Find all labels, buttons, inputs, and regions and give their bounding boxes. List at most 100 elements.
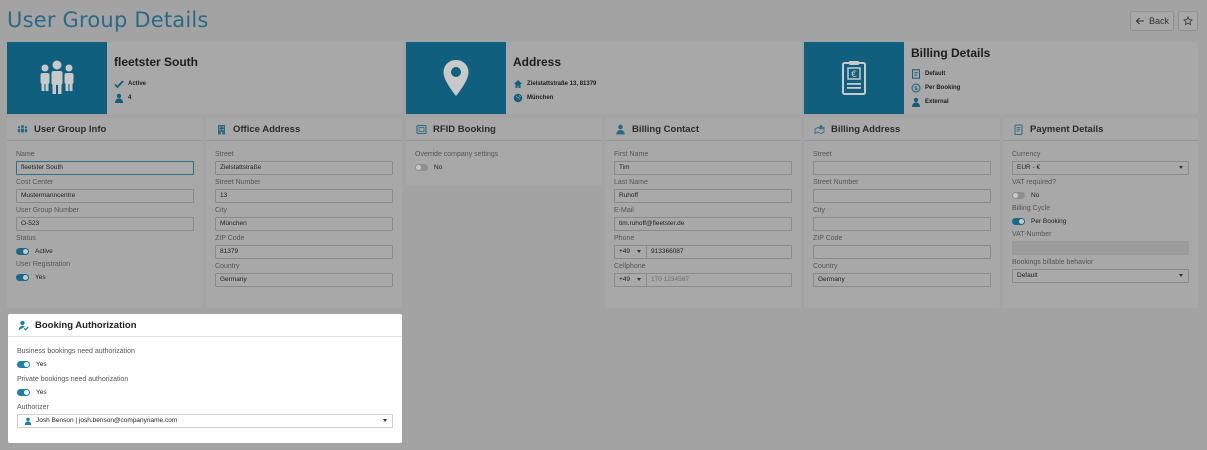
street-number-label: Street Number [813, 179, 859, 186]
business-auth-toggle-row: Yes [17, 358, 393, 370]
billing-title: Billing Details [911, 46, 991, 60]
country-input[interactable]: Germany [813, 273, 991, 287]
cost-center-input[interactable]: Mustermanncentre [16, 189, 194, 203]
user-registration-toggle[interactable] [16, 273, 29, 281]
chevron-down-icon [383, 419, 387, 422]
billing-cycle-value: Per Booking [1031, 217, 1067, 225]
vat-toggle[interactable] [1012, 191, 1025, 199]
city-label: City [813, 207, 826, 214]
street-input[interactable] [813, 161, 991, 175]
status-toggle[interactable] [16, 247, 29, 255]
map-pin-icon [443, 60, 469, 96]
invoice-euro-icon: € [842, 61, 866, 95]
business-auth-toggle[interactable] [17, 360, 30, 368]
vat-number-input[interactable] [1012, 241, 1189, 255]
phone-field: +49 913366087 [614, 245, 792, 259]
billing-contact-card: Billing Contact First Name Tim Last Name… [605, 118, 801, 308]
chevron-down-icon [637, 250, 641, 253]
card-header: Billing Contact [605, 118, 801, 141]
user-icon [616, 124, 625, 134]
user-icon [115, 93, 123, 103]
card-header: RFID Booking [406, 118, 602, 141]
billing-summary-card: € Billing Details Default $ Per Booking … [804, 42, 1198, 114]
billing-mode: Default [911, 69, 945, 79]
cellphone-input[interactable]: 170 1234567 [647, 274, 689, 286]
street-number-label: Street Number [215, 179, 261, 186]
billing-cycle-toggle[interactable] [1012, 217, 1025, 225]
building-icon [218, 124, 225, 134]
group-summary-card: fleetster South Active 4 [7, 42, 403, 114]
billable-behavior-select[interactable]: Default [1012, 269, 1189, 283]
vat-number-label: VAT-Number [1012, 231, 1052, 238]
cost-center-label: Cost Center [16, 179, 54, 186]
status-toggle-row: Active [16, 245, 194, 257]
billable-behavior-label: Bookings billable behavior [1012, 259, 1094, 266]
phone-label: Phone [614, 235, 635, 242]
address-street: Zielstattstraße 13, 81379 [513, 79, 596, 89]
card-title: Office Address [233, 123, 301, 135]
user-icon [912, 97, 920, 107]
currency-select[interactable]: EUR - € [1012, 161, 1189, 175]
user-icon [24, 417, 32, 425]
vat-required-label: VAT required? [1012, 179, 1056, 186]
last-name-label: Last Name [614, 179, 648, 186]
last-name-input[interactable]: Ruhoff [614, 189, 792, 203]
zip-input[interactable]: 81379 [215, 245, 393, 259]
billing-cycle: $ Per Booking [911, 83, 960, 93]
phone-input[interactable]: 913366087 [647, 246, 684, 258]
override-toggle[interactable] [415, 163, 428, 171]
user-registration-value: Yes [35, 273, 46, 281]
page-title: User Group Details [7, 8, 209, 32]
user-group-number-input[interactable]: O-523 [16, 217, 194, 231]
street-number-input[interactable] [813, 189, 991, 203]
status-value: Active [35, 247, 53, 255]
name-input[interactable]: fleetster South [16, 161, 194, 175]
override-value: No [434, 163, 443, 171]
back-button[interactable]: Back [1130, 11, 1174, 31]
zip-label: ZIP Code [813, 235, 843, 242]
first-name-input[interactable]: Tim [614, 161, 792, 175]
cellphone-country-code-select[interactable]: +49 [615, 274, 647, 286]
card-header: User Group Info [7, 118, 203, 141]
document-icon [1014, 124, 1023, 135]
chevron-down-icon [637, 278, 641, 281]
street-number-input[interactable]: 13 [215, 189, 393, 203]
office-address-card: Office Address Street Zielstattstraße St… [206, 118, 402, 308]
chevron-down-icon [1179, 274, 1183, 277]
authorizer-label: Authorizer [17, 404, 49, 411]
city-input[interactable]: München [215, 217, 393, 231]
first-name-label: First Name [614, 151, 649, 158]
private-auth-toggle[interactable] [17, 388, 30, 396]
home-icon [514, 80, 522, 88]
globe-icon [513, 93, 523, 103]
billing-cycle-label: Billing Cycle [1012, 205, 1051, 212]
zip-input[interactable] [813, 245, 991, 259]
email-input[interactable]: tim.ruhoff@fleetster.de [614, 217, 792, 231]
city-label: City [215, 207, 228, 214]
chevron-down-icon [1179, 166, 1183, 169]
rfid-card-icon [416, 124, 427, 134]
user-registration-toggle-row: Yes [16, 271, 194, 283]
street-label: Street [215, 151, 234, 158]
user-group-info-card: User Group Info Name fleetster South Cos… [7, 118, 203, 308]
street-label: Street [813, 151, 832, 158]
card-header: Payment Details [1003, 118, 1198, 141]
street-input[interactable]: Zielstattstraße [215, 161, 393, 175]
booking-authorization-card: Booking Authorization Business bookings … [8, 314, 402, 443]
back-button-label: Back [1148, 16, 1169, 26]
svg-text:€: € [851, 70, 857, 80]
email-label: E-Mail [614, 207, 634, 214]
recurring-coin-icon: $ [911, 83, 921, 93]
group-icon-tile [7, 42, 107, 114]
override-toggle-row: No [415, 161, 593, 173]
authorizer-value: Josh Benson | josh.benson@companyname.co… [36, 417, 178, 424]
phone-country-code-select[interactable]: +49 [615, 246, 647, 258]
authorizer-select[interactable]: Josh Benson | josh.benson@companyname.co… [17, 414, 393, 428]
group-name: fleetster South [114, 55, 199, 69]
currency-label: Currency [1012, 151, 1041, 158]
favorite-button[interactable] [1178, 11, 1198, 31]
country-input[interactable]: Germany [215, 273, 393, 287]
city-input[interactable] [813, 217, 991, 231]
country-label: Country [813, 263, 838, 270]
card-header: Office Address [206, 118, 402, 141]
